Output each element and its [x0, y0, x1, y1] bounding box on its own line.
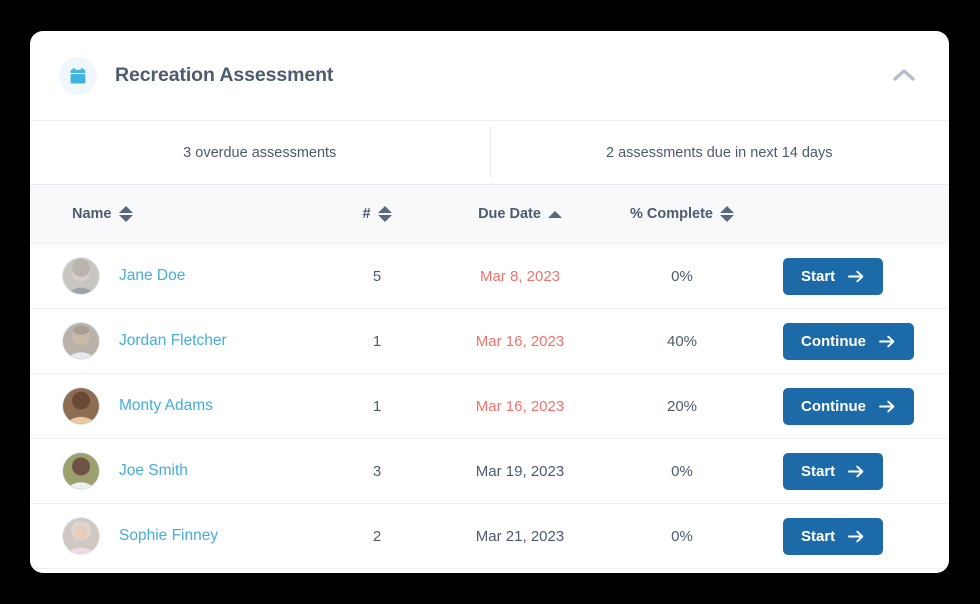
avatar [62, 452, 100, 490]
tab-overdue-label: 3 overdue assessments [183, 145, 336, 161]
table-row[interactable]: Monty Adams 1 Mar 16, 2023 20% Continue [30, 374, 949, 439]
cell-action: Start [762, 258, 947, 295]
calendar-icon [59, 57, 97, 95]
action-button-label: Start [801, 463, 835, 480]
table-row[interactable]: Joe Smith 3 Mar 19, 2023 0% Start [30, 439, 949, 504]
cell-name: Monty Adams [30, 387, 316, 425]
cell-percent-complete: 40% [602, 333, 762, 350]
cell-due-date: Mar 16, 2023 [438, 333, 602, 350]
cell-number: 2 [316, 528, 438, 545]
table-row[interactable]: Sophie Finney 2 Mar 21, 2023 0% Start [30, 504, 949, 569]
arrow-right-icon [848, 270, 865, 283]
cell-due-date: Mar 16, 2023 [438, 398, 602, 415]
card-header: Recreation Assessment [30, 31, 949, 121]
cell-name: Jordan Fletcher [30, 322, 316, 360]
cell-action: Start [762, 518, 947, 555]
assessment-tabs: 3 overdue assessments 2 assessments due … [30, 121, 949, 185]
avatar [62, 517, 100, 555]
cell-due-date: Mar 8, 2023 [438, 268, 602, 285]
tab-due-next-14-days[interactable]: 2 assessments due in next 14 days [490, 121, 950, 184]
arrow-right-icon [848, 530, 865, 543]
arrow-right-icon [879, 335, 896, 348]
resident-name-link[interactable]: Monty Adams [119, 397, 213, 415]
cell-number: 1 [316, 398, 438, 415]
tab-overdue-assessments[interactable]: 3 overdue assessments [30, 121, 490, 184]
cell-number: 3 [316, 463, 438, 480]
action-button-label: Continue [801, 333, 866, 350]
cell-percent-complete: 0% [602, 463, 762, 480]
chevron-up-icon [893, 68, 915, 84]
page-title: Recreation Assessment [115, 64, 333, 87]
collapse-toggle-button[interactable] [887, 59, 921, 93]
avatar [62, 387, 100, 425]
start-button[interactable]: Start [783, 518, 883, 555]
resident-name-link[interactable]: Jordan Fletcher [119, 332, 227, 350]
sort-both-icon [720, 206, 734, 223]
column-header-percent-complete[interactable]: % Complete [602, 206, 762, 223]
cell-name: Jane Doe [30, 257, 316, 295]
table-row[interactable]: Jordan Fletcher 1 Mar 16, 2023 40% Conti… [30, 309, 949, 374]
cell-action: Continue [762, 388, 947, 425]
cell-due-date: Mar 21, 2023 [438, 528, 602, 545]
continue-button[interactable]: Continue [783, 323, 914, 360]
table-header-row: Name # Due Date [30, 185, 949, 244]
column-header-due-date[interactable]: Due Date [438, 206, 602, 222]
action-button-label: Start [801, 268, 835, 285]
resident-name-link[interactable]: Sophie Finney [119, 527, 218, 545]
column-header-due-date-label: Due Date [478, 206, 541, 222]
cell-name: Joe Smith [30, 452, 316, 490]
column-header-name-label: Name [72, 206, 112, 222]
column-header-number[interactable]: # [316, 206, 438, 223]
action-button-label: Continue [801, 398, 866, 415]
avatar [62, 322, 100, 360]
assessments-table: Name # Due Date [30, 185, 949, 569]
start-button[interactable]: Start [783, 453, 883, 490]
sort-both-icon [119, 206, 133, 223]
continue-button[interactable]: Continue [783, 388, 914, 425]
cell-due-date: Mar 19, 2023 [438, 463, 602, 480]
start-button[interactable]: Start [783, 258, 883, 295]
cell-name: Sophie Finney [30, 517, 316, 555]
avatar [62, 257, 100, 295]
sort-ascending-icon [548, 211, 562, 218]
cell-number: 1 [316, 333, 438, 350]
page-background: Recreation Assessment 3 overdue assessme… [0, 0, 980, 604]
action-button-label: Start [801, 528, 835, 545]
column-header-percent-complete-label: % Complete [630, 206, 713, 222]
cell-percent-complete: 0% [602, 528, 762, 545]
column-header-name[interactable]: Name [30, 206, 316, 223]
cell-action: Start [762, 453, 947, 490]
tab-due-next-14-days-label: 2 assessments due in next 14 days [606, 145, 833, 161]
arrow-right-icon [848, 465, 865, 478]
arrow-right-icon [879, 400, 896, 413]
cell-percent-complete: 20% [602, 398, 762, 415]
cell-action: Continue [762, 323, 947, 360]
table-row[interactable]: Jane Doe 5 Mar 8, 2023 0% Start [30, 244, 949, 309]
column-header-number-label: # [362, 206, 370, 222]
resident-name-link[interactable]: Joe Smith [119, 462, 188, 480]
resident-name-link[interactable]: Jane Doe [119, 267, 185, 285]
cell-percent-complete: 0% [602, 268, 762, 285]
recreation-assessment-card: Recreation Assessment 3 overdue assessme… [30, 31, 949, 573]
cell-number: 5 [316, 268, 438, 285]
sort-both-icon [378, 206, 392, 223]
